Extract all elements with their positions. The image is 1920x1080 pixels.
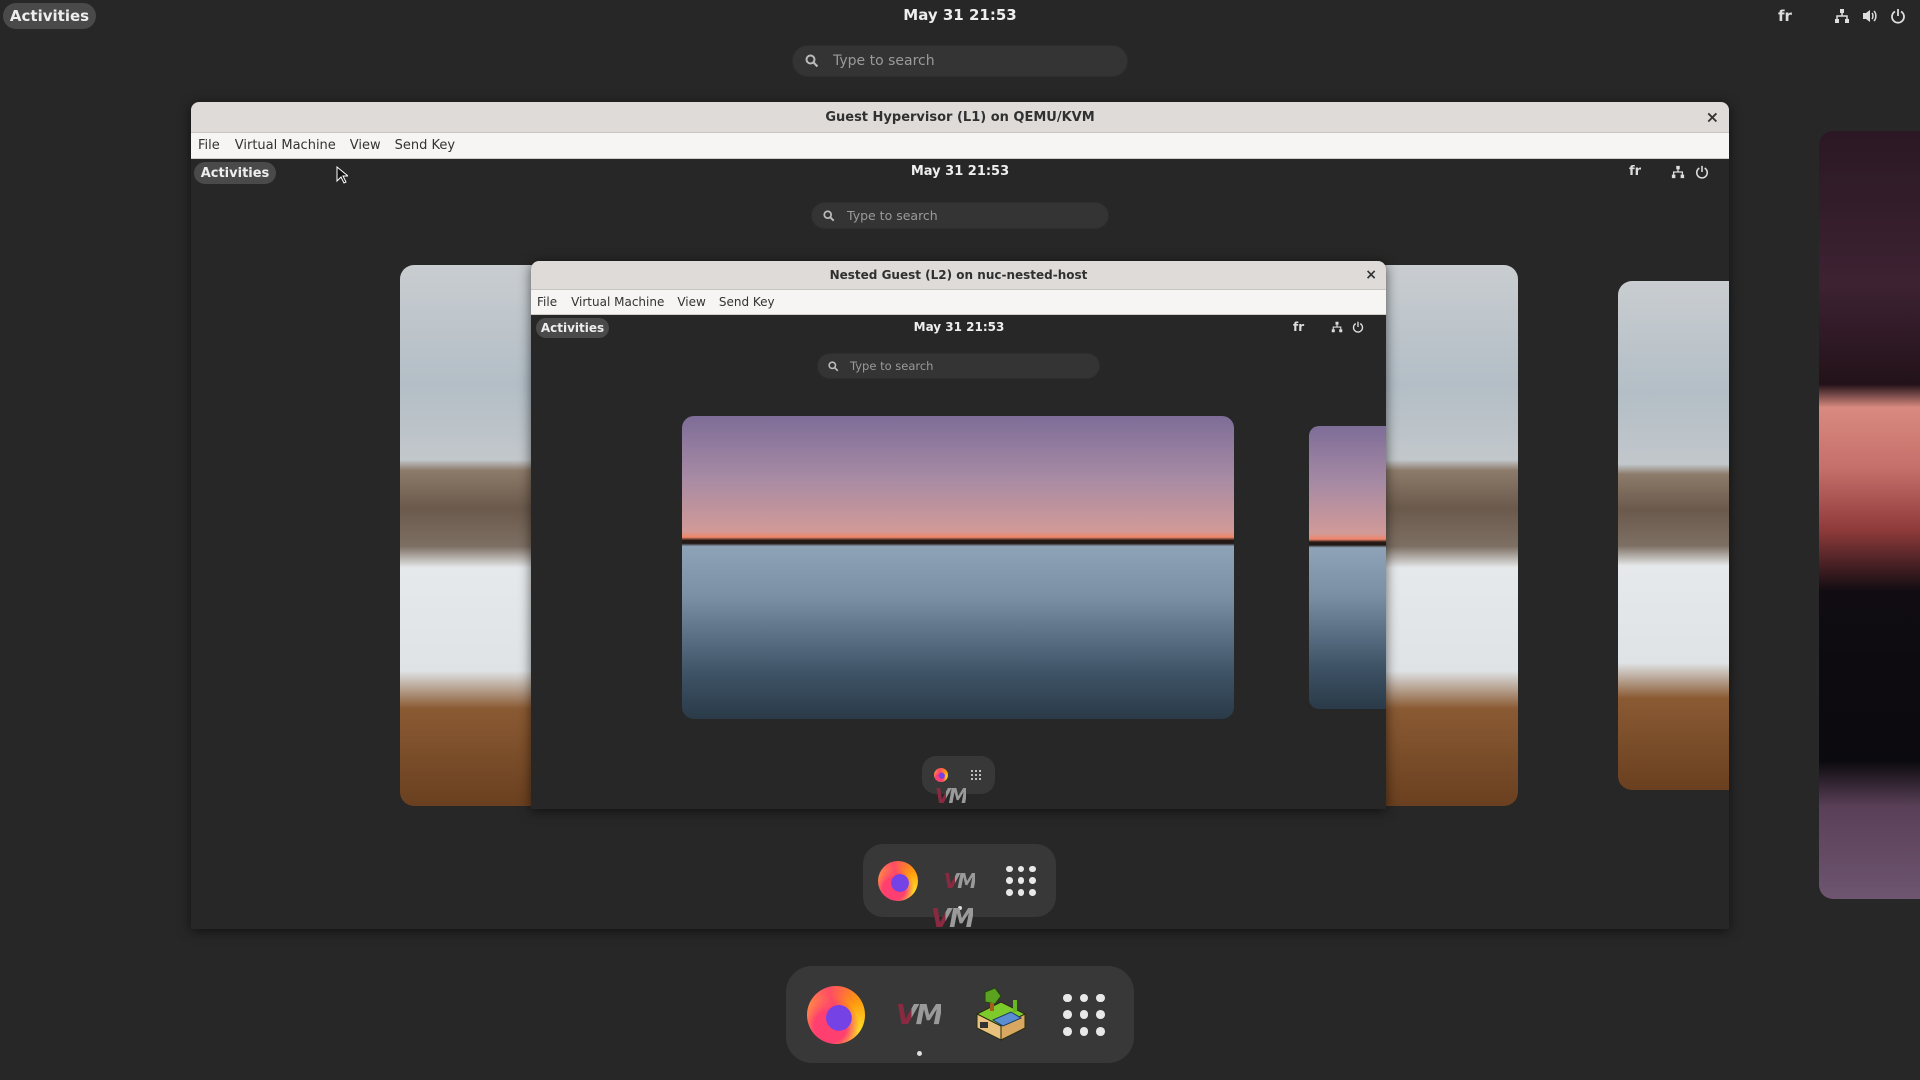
l2-workspace-thumbnail-main[interactable] bbox=[682, 416, 1234, 719]
l1-dock-item-firefox[interactable] bbox=[875, 858, 921, 904]
l1-search-input[interactable]: Type to search bbox=[811, 202, 1109, 229]
l1-search-placeholder: Type to search bbox=[847, 208, 938, 223]
app-grid-icon bbox=[1062, 993, 1105, 1036]
dock-item-firefox[interactable] bbox=[802, 981, 870, 1049]
dock-item-virt-manager[interactable]: VM bbox=[885, 981, 953, 1056]
virt-manager-icon: VM bbox=[943, 868, 977, 893]
keyboard-layout-indicator[interactable]: fr bbox=[1778, 7, 1792, 25]
l2-activities-button[interactable]: Activities bbox=[536, 318, 609, 338]
volume-icon bbox=[1862, 8, 1878, 24]
power-icon bbox=[1890, 8, 1906, 24]
l2-system-tray[interactable]: fr bbox=[1293, 320, 1364, 334]
l2-clock[interactable]: May 31 21:53 bbox=[914, 320, 1005, 334]
l1-activities-button[interactable]: Activities bbox=[194, 162, 276, 184]
search-icon bbox=[823, 209, 835, 222]
l1-window-title: Guest Hypervisor (L1) on QEMU/KVM bbox=[825, 109, 1095, 125]
l2-keyboard-layout-indicator[interactable]: fr bbox=[1293, 320, 1304, 334]
l2-search-input[interactable]: Type to search bbox=[817, 353, 1100, 379]
app-grid-icon bbox=[971, 770, 981, 780]
app-grid-icon bbox=[1006, 865, 1036, 896]
l2-workspace-thumbnail-right[interactable] bbox=[1309, 426, 1386, 709]
l2-search-placeholder: Type to search bbox=[850, 359, 934, 373]
l2-dock-item-firefox[interactable] bbox=[930, 764, 952, 786]
network-icon bbox=[1671, 165, 1685, 179]
clock[interactable]: May 31 21:53 bbox=[903, 6, 1016, 24]
l2-titlebar[interactable]: Nested Guest (L2) on nuc-nested-host × bbox=[531, 261, 1386, 290]
virt-manager-icon: VM bbox=[895, 998, 944, 1031]
network-icon bbox=[1834, 8, 1850, 24]
l2-display[interactable]: Activities May 31 21:53 fr Type to searc… bbox=[531, 315, 1386, 809]
l1-menu-file[interactable]: File bbox=[198, 138, 220, 153]
l1-titlebar[interactable]: Guest Hypervisor (L1) on QEMU/KVM × bbox=[191, 102, 1729, 133]
l2-menu-view[interactable]: View bbox=[677, 295, 705, 309]
system-tray[interactable]: fr bbox=[1778, 6, 1906, 26]
l2-menu-virtual-machine[interactable]: Virtual Machine bbox=[571, 295, 664, 309]
l2-menu-send-key[interactable]: Send Key bbox=[719, 295, 775, 309]
host-top-bar: Activities May 31 21:53 fr bbox=[0, 0, 1920, 30]
firefox-icon bbox=[934, 768, 948, 782]
workspace-thumbnail-right[interactable] bbox=[1819, 131, 1920, 899]
l1-drag-virt-manager-icon: VM bbox=[931, 904, 975, 929]
l2-close-button[interactable]: × bbox=[1365, 267, 1377, 283]
l2-dock-item-show-apps[interactable] bbox=[965, 764, 987, 786]
dock-item-show-apps[interactable] bbox=[1050, 981, 1118, 1049]
mouse-cursor-icon bbox=[336, 166, 348, 184]
l2-window-title: Nested Guest (L2) on nuc-nested-host bbox=[829, 268, 1088, 282]
search-placeholder: Type to search bbox=[833, 53, 935, 69]
l1-workspace-thumbnail-right[interactable] bbox=[1618, 281, 1729, 790]
l1-close-button[interactable]: × bbox=[1706, 108, 1719, 127]
firefox-icon bbox=[878, 860, 918, 901]
minetest-icon bbox=[976, 986, 1027, 1041]
host-dock: VM bbox=[786, 966, 1134, 1063]
l1-dock-item-virt-manager[interactable]: VM bbox=[937, 858, 983, 910]
l1-keyboard-layout-indicator[interactable]: fr bbox=[1629, 164, 1641, 179]
search-icon bbox=[828, 360, 839, 372]
l2-drag-virt-manager-icon: VM bbox=[935, 784, 968, 808]
l2-vm-window[interactable]: Nested Guest (L2) on nuc-nested-host × F… bbox=[531, 261, 1386, 809]
power-icon bbox=[1352, 321, 1364, 333]
l1-menu-view[interactable]: View bbox=[350, 138, 381, 153]
dock-item-minetest[interactable] bbox=[967, 981, 1035, 1049]
search-icon bbox=[805, 54, 819, 68]
search-input[interactable]: Type to search bbox=[792, 45, 1128, 77]
l2-menu-file[interactable]: File bbox=[537, 295, 557, 309]
l1-clock[interactable]: May 31 21:53 bbox=[911, 164, 1009, 179]
l1-system-tray[interactable]: fr bbox=[1629, 164, 1709, 179]
l1-dock-item-show-apps[interactable] bbox=[998, 858, 1044, 904]
l2-menubar: File Virtual Machine View Send Key bbox=[531, 290, 1386, 315]
running-indicator bbox=[916, 1050, 922, 1056]
l1-menu-send-key[interactable]: Send Key bbox=[395, 138, 455, 153]
firefox-icon bbox=[807, 985, 865, 1044]
l1-menubar: File Virtual Machine View Send Key bbox=[191, 133, 1729, 159]
activities-button[interactable]: Activities bbox=[3, 3, 96, 29]
network-icon bbox=[1331, 321, 1343, 333]
l1-menu-virtual-machine[interactable]: Virtual Machine bbox=[235, 138, 336, 153]
power-icon bbox=[1695, 165, 1709, 179]
